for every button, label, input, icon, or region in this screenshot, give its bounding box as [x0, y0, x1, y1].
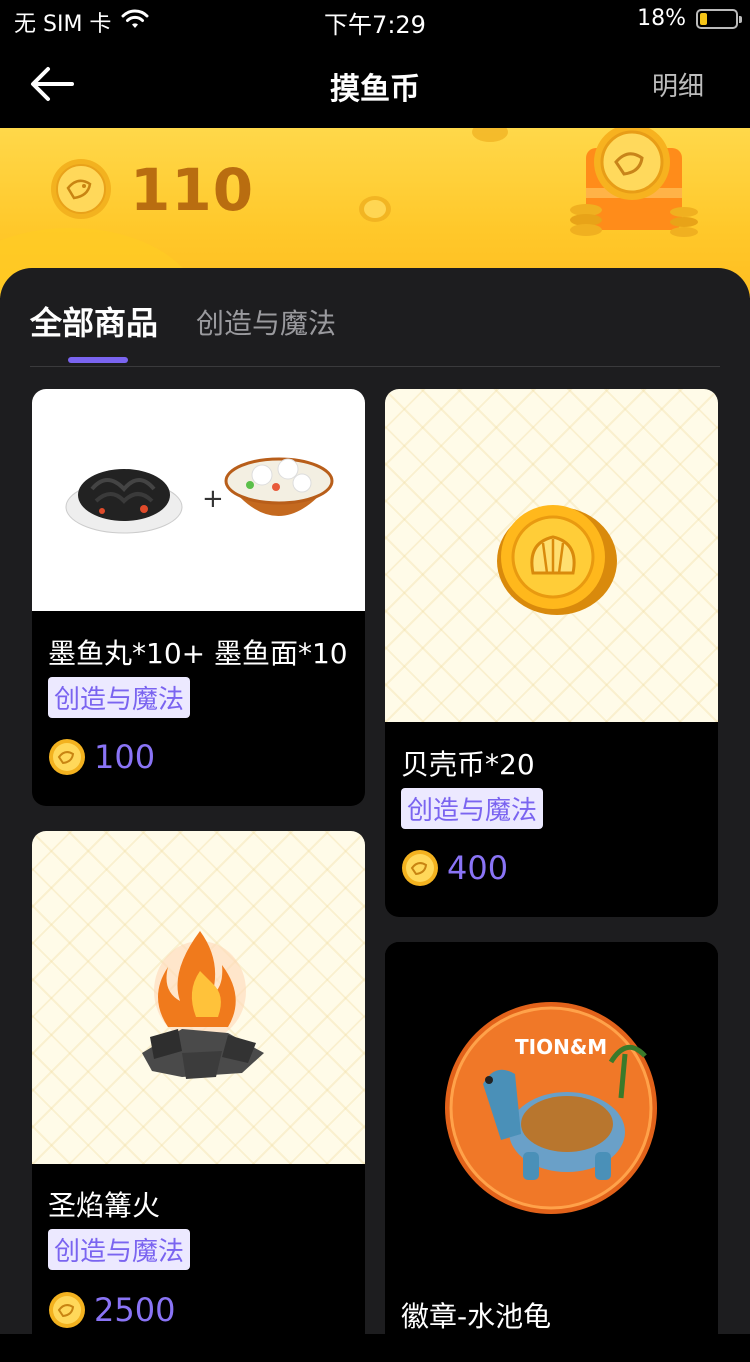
detail-button[interactable]: 明细 [652, 66, 704, 103]
pool-turtle-badge-image: TION&M [385, 942, 718, 1275]
product-card[interactable]: 贝壳币*20 创造与魔法 400 [385, 389, 718, 917]
page-title: 摸鱼币 [330, 72, 420, 107]
fish-coin-icon [49, 1292, 85, 1328]
product-tag: 创造与魔法 [48, 677, 191, 718]
nav-bar: 摸鱼币 明细 [0, 40, 750, 128]
fish-coin-icon [49, 739, 85, 775]
squid-noodles-and-meatballs-image: + [32, 389, 365, 611]
battery-percent: 18% [637, 6, 686, 31]
floating-coin-icon [472, 128, 508, 142]
tab-all-products[interactable]: 全部商品 [30, 298, 158, 344]
svg-text:TION&M: TION&M [515, 1035, 607, 1059]
product-tag: 创造与魔法 [401, 788, 544, 829]
product-price: 400 [401, 847, 508, 887]
product-name: 墨鱼丸*10+ 墨鱼面*10 [48, 637, 348, 670]
battery-icon [696, 9, 742, 29]
floating-coin-icon [359, 196, 391, 222]
product-card[interactable]: + 墨鱼丸*10+ 墨鱼面*10 创造与魔法 100 [32, 389, 365, 806]
category-tabs: 全部商品 创造与魔法 [30, 298, 720, 367]
fish-coin-icon [402, 850, 438, 886]
price-value: 2500 [94, 1291, 176, 1329]
product-name: 圣焰篝火 [48, 1189, 161, 1222]
price-value: 400 [447, 849, 509, 887]
product-price: 100 [48, 736, 155, 776]
tab-create-and-magic[interactable]: 创造与魔法 [196, 302, 336, 342]
product-name: 徽章-水池龟 [401, 1300, 552, 1333]
product-card[interactable]: 圣焰篝火 创造与魔法 2500 [32, 831, 365, 1351]
bonfire-image [32, 831, 365, 1164]
treasure-chest-icon [570, 128, 698, 237]
coin-balance: 110 [130, 156, 255, 224]
status-bar: 无 SIM 卡 下午7:29 18% [0, 0, 750, 40]
product-price: 2500 [48, 1289, 175, 1329]
shell-coin-image [385, 389, 718, 722]
product-card[interactable]: TION&M 徽章-水池龟 [385, 942, 718, 1362]
product-tag: 创造与魔法 [48, 1229, 191, 1270]
price-value: 100 [94, 738, 156, 776]
active-tab-indicator [68, 357, 128, 363]
product-name: 贝壳币*20 [401, 748, 535, 781]
fish-coin-icon [51, 159, 111, 219]
svg-text:+: + [202, 484, 224, 514]
